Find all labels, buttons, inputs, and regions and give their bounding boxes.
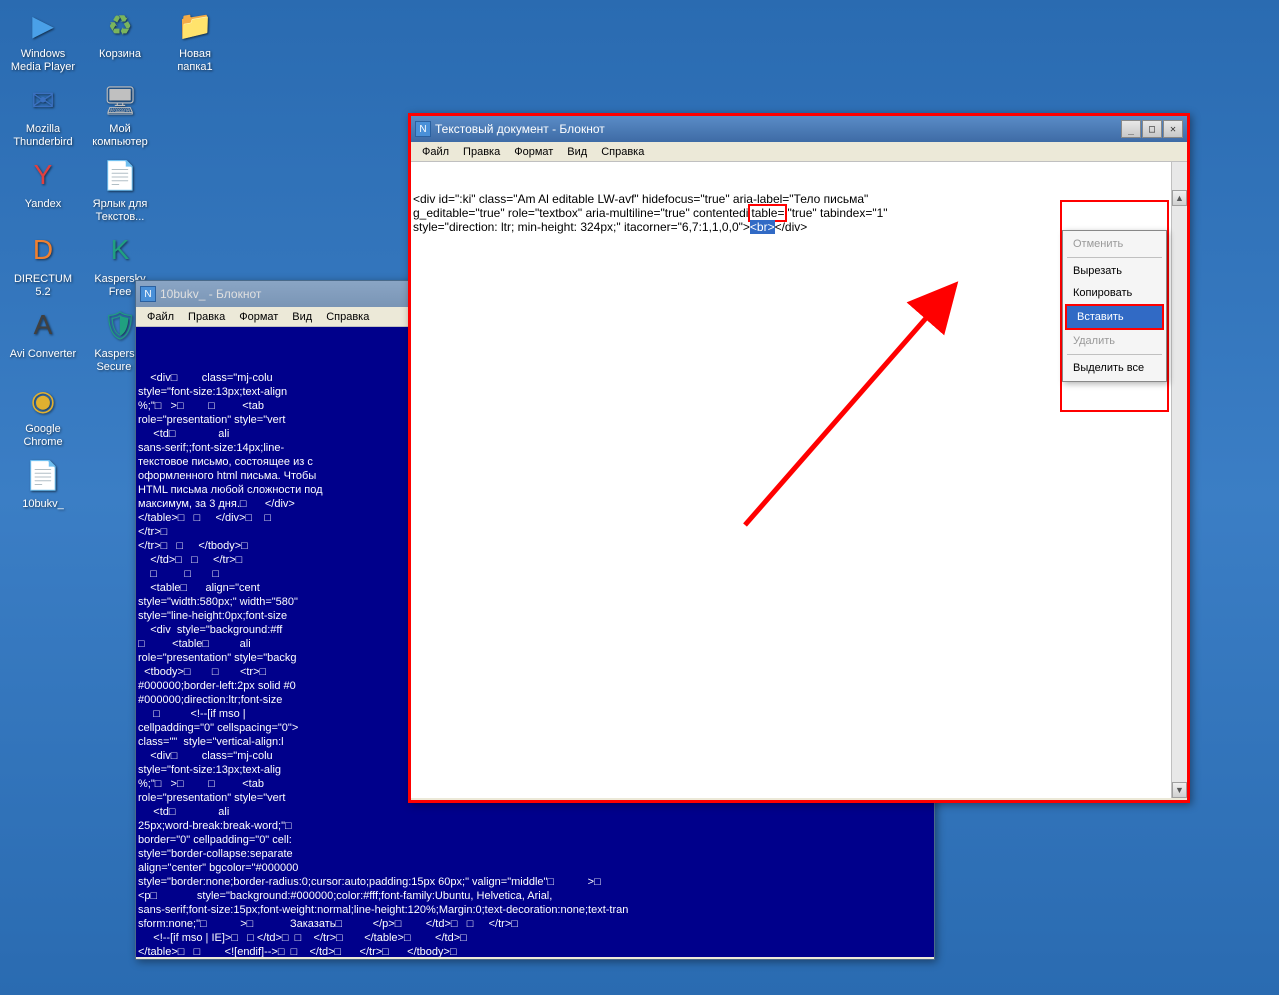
icon-label: DIRECTUM 5.2 [8,273,78,299]
vertical-scrollbar[interactable]: ▲ ▼ [1171,162,1187,798]
maximize-button[interactable]: □ [1142,120,1162,138]
notepad-window-front[interactable]: N Текстовый документ - Блокнот _ □ ✕ Фай… [408,113,1190,803]
menu-divider [1067,354,1162,355]
context-menu-item[interactable]: Копировать [1063,282,1166,304]
scroll-down-button[interactable]: ▼ [1172,782,1187,798]
menu-item[interactable]: Правка [181,309,232,325]
menu-item[interactable]: Правка [456,144,507,160]
desktop-icon[interactable]: ◉ Google Chrome [8,380,78,449]
menu-item[interactable]: Справка [319,309,376,325]
window-buttons: _ □ ✕ [1120,120,1183,138]
app-icon: ♻ [100,5,140,45]
icon-label: Windows Media Player [8,48,78,74]
menu-item[interactable]: Вид [560,144,594,160]
icon-label: Новая папка1 [160,48,230,74]
icon-label: Mozilla Thunderbird [8,123,78,149]
app-icon: ✉ [23,80,63,120]
menu-item[interactable]: Вид [285,309,319,325]
context-menu[interactable]: Отменить ВырезатьКопироватьВставитьУдалит… [1062,230,1167,382]
context-menu-item: Удалить [1063,330,1166,352]
minimize-button[interactable]: _ [1121,120,1141,138]
app-icon: K [100,230,140,270]
icon-label: Корзина [85,48,155,61]
menubar[interactable]: ФайлПравкаФорматВидСправка [411,142,1187,162]
desktop-icon[interactable]: D DIRECTUM 5.2 [8,230,78,299]
desktop-icon[interactable]: Y Yandex [8,155,78,211]
icon-label: Google Chrome [8,423,78,449]
desktop-icon[interactable]: A Avi Converter [8,305,78,361]
text-editor[interactable]: <div id=":ki" class="Am Al editable LW-a… [411,162,1187,798]
icon-label: 10bukv_ [8,498,78,511]
desktop-icon[interactable]: 📁 Новая папка1 [160,5,230,74]
menu-item[interactable]: Формат [507,144,560,160]
titlebar[interactable]: N Текстовый документ - Блокнот _ □ ✕ [411,116,1187,142]
app-icon: ▶ [23,5,63,45]
desktop-icon[interactable]: 🖥 Мой компьютер [85,80,155,149]
icon-label: Yandex [8,198,78,211]
menu-divider [1067,257,1162,258]
app-icon: 📄 [23,455,63,495]
desktop-icon[interactable]: 📄 Ярлык для Текстов... [85,155,155,224]
context-menu-item[interactable]: Вырезать [1063,260,1166,282]
notepad-icon: N [140,286,156,302]
context-menu-highlight: Отменить ВырезатьКопироватьВставитьУдалит… [1060,200,1169,412]
desktop-icon[interactable]: 📄 10bukv_ [8,455,78,511]
desktop-icon[interactable]: ♻ Корзина [85,5,155,61]
window-title: Текстовый документ - Блокнот [435,122,1120,136]
close-button[interactable]: ✕ [1163,120,1183,138]
menu-item[interactable]: Файл [140,309,181,325]
menu-item[interactable]: Файл [415,144,456,160]
selected-text: <br> [750,220,775,234]
app-icon: D [23,230,63,270]
icon-label: Ярлык для Текстов... [85,198,155,224]
icon-label: Мой компьютер [85,123,155,149]
context-menu-item[interactable]: Выделить все [1063,357,1166,379]
app-icon: 🛡 [100,305,140,345]
context-menu-item: Отменить [1063,233,1166,255]
app-icon: 📁 [175,5,215,45]
app-icon: 🖥 [100,80,140,120]
desktop-icon[interactable]: ▶ Windows Media Player [8,5,78,74]
context-menu-item[interactable]: Вставить [1065,304,1164,330]
menu-item[interactable]: Формат [232,309,285,325]
menu-item[interactable]: Справка [594,144,651,160]
scroll-up-button[interactable]: ▲ [1172,190,1187,206]
desktop-icon[interactable]: ✉ Mozilla Thunderbird [8,80,78,149]
icon-label: Avi Converter [8,348,78,361]
notepad-icon: N [415,121,431,137]
app-icon: 📄 [100,155,140,195]
app-icon: ◉ [23,380,63,420]
app-icon: A [23,305,63,345]
app-icon: Y [23,155,63,195]
